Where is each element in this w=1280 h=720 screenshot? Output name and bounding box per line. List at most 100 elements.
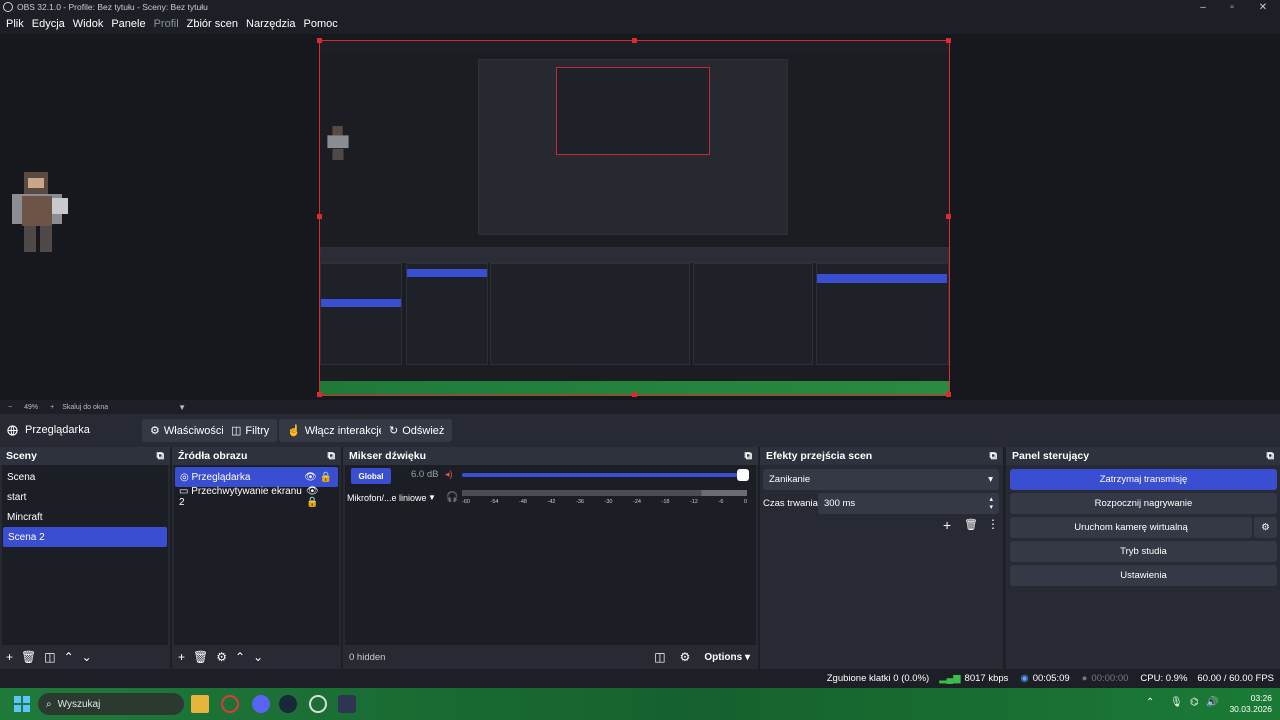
filter-icon[interactable]: ◫ — [44, 650, 55, 664]
dropped-frames: Zgubione klatki 0 (0.0%) — [826, 673, 930, 684]
window-title: OBS 32.1.0 - Profile: Bez tytułu - Sceny… — [17, 2, 208, 12]
db-scale: -60 -54 -48 -42 -36 -30 -24 -18 -12 -6 0 — [462, 499, 747, 505]
settings-icon[interactable]: ⚙ — [680, 650, 691, 664]
menu-narzedzia[interactable]: Narzędzia — [246, 18, 296, 30]
scene-item[interactable]: Scena — [2, 467, 168, 487]
global-volume-slider[interactable] — [462, 473, 744, 477]
folder-icon[interactable] — [191, 695, 209, 713]
resize-handle[interactable] — [946, 392, 951, 397]
menu-profil[interactable]: Profil — [154, 18, 179, 30]
filters-button[interactable]: ◫ Filtry — [223, 419, 278, 442]
start-recording-button[interactable]: Rozpocznij nagrywanie — [1010, 493, 1277, 514]
move-down-icon[interactable]: ⌄ — [82, 650, 92, 664]
hidden-count[interactable]: 0 hidden — [349, 652, 385, 663]
obs-icon[interactable] — [309, 695, 327, 713]
scene-item[interactable]: Scena 2 — [3, 527, 167, 547]
gear-icon[interactable]: ⚙ — [216, 650, 227, 664]
eye-icon[interactable]: 👁 — [304, 472, 317, 483]
scene-item[interactable]: Mincraft — [2, 507, 168, 527]
close-button[interactable]: ✕ — [1246, 0, 1280, 14]
app-icon[interactable] — [338, 695, 356, 713]
undock-icon[interactable]: ⧉ — [745, 450, 753, 463]
taskbar-search[interactable]: ⌕ Wyszukaj — [38, 693, 184, 715]
studio-mode-button[interactable]: Tryb studia — [1010, 541, 1277, 562]
resize-handle[interactable] — [317, 38, 322, 43]
source-name: Przeglądarka — [25, 424, 90, 436]
interact-button[interactable]: ☝ Włącz interakcję — [279, 419, 393, 442]
lock-icon[interactable]: 🔒 — [320, 472, 332, 483]
menu-edycja[interactable]: Edycja — [32, 18, 65, 30]
transition-select[interactable]: Zanikanie ▾ — [763, 469, 999, 490]
menu-panele[interactable]: Panele — [111, 18, 145, 30]
clock-time: 03:26 — [1250, 693, 1272, 703]
scenes-title: Sceny — [6, 450, 37, 462]
clock[interactable]: 03:26 30.03.2026 — [1226, 693, 1272, 715]
global-channel-label: Global — [351, 468, 391, 484]
preview-area[interactable] — [0, 34, 1280, 400]
stop-stream-button[interactable]: Zatrzymaj transmisję — [1010, 469, 1277, 490]
trash-icon[interactable]: 🗑 — [193, 650, 208, 664]
properties-button[interactable]: ⚙ Właściwości — [142, 419, 232, 442]
db-tick: -36 — [576, 499, 584, 505]
bitrate: 8017 kbps — [964, 673, 1009, 684]
menu-plik[interactable]: Plik — [6, 18, 24, 30]
menu-widok[interactable]: Widok — [73, 18, 104, 30]
resize-handle[interactable] — [317, 214, 322, 219]
add-icon[interactable]: + — [943, 517, 951, 533]
settings-button[interactable]: Ustawienia — [1010, 565, 1277, 586]
undock-icon[interactable]: ⧉ — [1267, 450, 1275, 463]
scale-mode-select[interactable]: Skaluj do okna — [62, 404, 108, 411]
layout-icon[interactable]: ◫ — [654, 650, 665, 664]
add-icon[interactable]: + — [178, 650, 185, 664]
spin-arrows-icon[interactable]: ▴ ▾ — [989, 496, 993, 512]
zoom-out-button[interactable]: − — [8, 404, 12, 411]
trash-icon[interactable]: 🗑 — [21, 650, 36, 664]
zoom-in-button[interactable]: + — [50, 404, 54, 411]
move-up-icon[interactable]: ⌃ — [64, 650, 74, 664]
add-icon[interactable]: + — [6, 650, 13, 664]
eye-icon[interactable]: 👁 — [306, 486, 319, 497]
mute-icon[interactable]: ◂) — [445, 469, 453, 480]
speaker-icon[interactable]: 🔊 — [1206, 697, 1218, 708]
resize-handle[interactable] — [632, 392, 637, 397]
resize-handle[interactable] — [317, 392, 322, 397]
undock-icon[interactable]: ⧉ — [990, 450, 998, 463]
windows-start-icon[interactable] — [14, 696, 30, 712]
steam-icon[interactable] — [279, 695, 297, 713]
source-item[interactable]: ◎ Przeglądarka 👁 🔒 — [175, 467, 338, 487]
discord-icon[interactable] — [252, 695, 270, 713]
slider-thumb[interactable] — [737, 469, 749, 481]
lock-icon[interactable]: 🔒 — [306, 497, 318, 508]
maximize-button[interactable]: ▫ — [1215, 0, 1249, 14]
trash-icon[interactable]: 🗑 — [964, 518, 978, 531]
duration-value: 300 ms — [824, 498, 856, 509]
gear-icon[interactable]: ⚙ — [1254, 517, 1277, 538]
chevron-down-icon[interactable]: ▼ — [428, 493, 436, 502]
wifi-icon[interactable]: ⌬ — [1190, 697, 1199, 708]
undock-icon[interactable]: ⧉ — [157, 450, 165, 463]
undock-icon[interactable]: ⧉ — [328, 450, 336, 463]
refresh-label: Odśwież — [402, 424, 445, 437]
chevron-up-icon[interactable]: ⌃ — [1146, 697, 1154, 708]
duration-spinbox[interactable]: 300 ms ▴ ▾ — [818, 493, 999, 514]
source-item[interactable]: ▭ Przechwytywanie ekranu 2 👁 🔒 — [174, 486, 339, 508]
resize-handle[interactable] — [946, 214, 951, 219]
gear-icon: ⚙ — [150, 425, 160, 437]
resize-handle[interactable] — [632, 38, 637, 43]
virtual-camera-button[interactable]: Uruchom kamerę wirtualną — [1010, 517, 1252, 538]
move-up-icon[interactable]: ⌃ — [235, 650, 245, 664]
db-tick: -30 — [604, 499, 613, 505]
scene-item[interactable]: start — [2, 487, 168, 507]
more-icon[interactable]: ⋮ — [987, 517, 999, 531]
resize-handle[interactable] — [946, 38, 951, 43]
menu-pomoc[interactable]: Pomoc — [304, 18, 338, 30]
refresh-button[interactable]: ↻ Odśwież — [381, 419, 453, 442]
options-button[interactable]: Options ▾ — [704, 652, 750, 663]
menu-zbior-scen[interactable]: Zbiór scen — [187, 18, 238, 30]
chevron-down-icon[interactable]: ▼ — [178, 403, 186, 412]
opera-icon[interactable] — [221, 695, 239, 713]
scenes-dock: Sceny ⧉ Scena start Mincraft Scena 2 + 🗑 … — [0, 447, 170, 669]
headphones-icon[interactable]: 🎧 — [446, 492, 458, 503]
move-down-icon[interactable]: ⌄ — [253, 650, 263, 664]
microphone-icon[interactable]: 🎙 — [1170, 697, 1183, 708]
